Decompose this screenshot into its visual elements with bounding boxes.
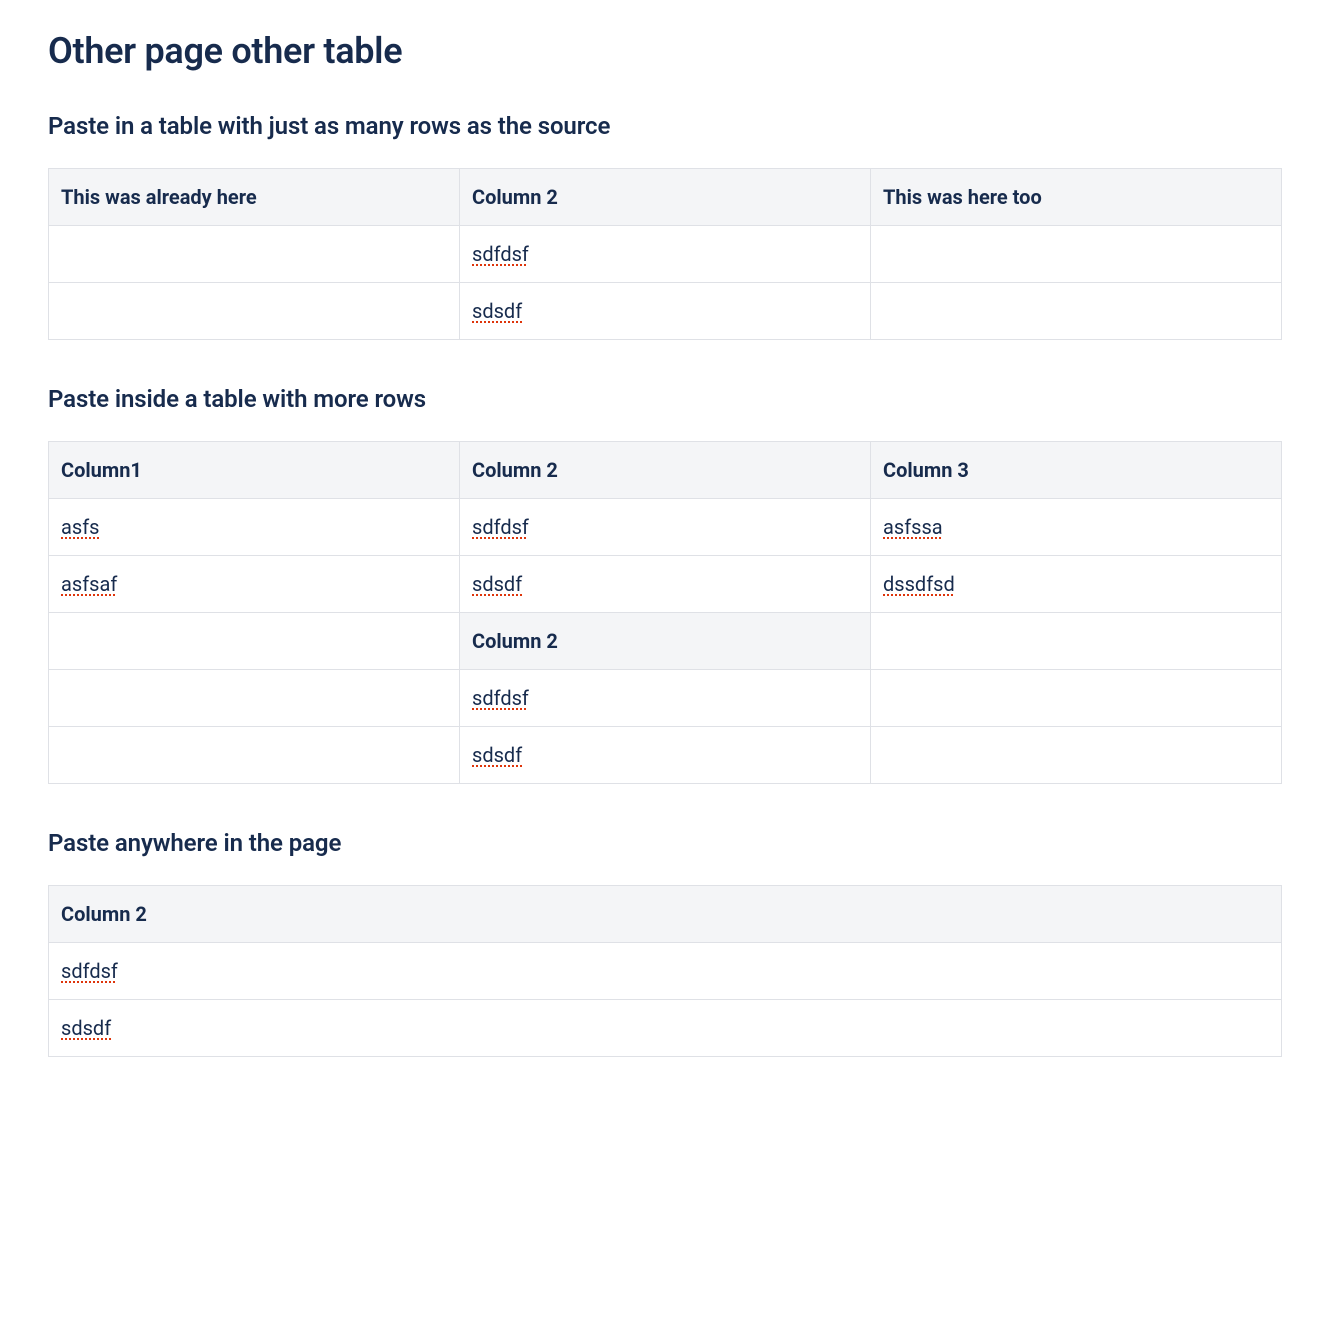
table-header-row: Column 2 (49, 886, 1282, 943)
table-cell[interactable]: sdsdf (460, 556, 871, 613)
table-cell[interactable] (871, 670, 1282, 727)
table-row: sdsdf (49, 283, 1282, 340)
section-heading-1: Paste in a table with just as many rows … (48, 112, 1282, 140)
table-row: asfs sdfdsf asfssa (49, 499, 1282, 556)
table-cell[interactable]: sdfdsf (49, 943, 1282, 1000)
table-cell[interactable]: sdfdsf (460, 226, 871, 283)
table-row: sdfdsf (49, 670, 1282, 727)
table-header-cell[interactable]: Column1 (49, 442, 460, 499)
table-1: This was already here Column 2 This was … (48, 168, 1282, 340)
table-cell[interactable] (871, 613, 1282, 670)
table-cell[interactable]: sdsdf (460, 727, 871, 784)
table-cell[interactable]: sdfdsf (460, 670, 871, 727)
table-header-cell[interactable]: Column 2 (460, 442, 871, 499)
table-cell[interactable] (49, 670, 460, 727)
table-row: Column 2 (49, 613, 1282, 670)
table-cell[interactable] (49, 226, 460, 283)
table-cell[interactable]: asfs (49, 499, 460, 556)
table-3: Column 2 sdfdsf sdsdf (48, 885, 1282, 1057)
table-row: sdsdf (49, 727, 1282, 784)
section-heading-3: Paste anywhere in the page (48, 829, 1282, 857)
table-header-cell[interactable]: Column 2 (460, 613, 871, 670)
table-cell[interactable]: sdfdsf (460, 499, 871, 556)
table-row: sdfdsf (49, 943, 1282, 1000)
table-cell[interactable] (49, 727, 460, 784)
table-cell[interactable] (49, 283, 460, 340)
table-header-cell[interactable]: Column 2 (460, 169, 871, 226)
table-cell[interactable]: sdsdf (49, 1000, 1282, 1057)
table-header-cell[interactable]: This was already here (49, 169, 460, 226)
table-cell[interactable] (871, 727, 1282, 784)
table-cell[interactable]: asfssa (871, 499, 1282, 556)
table-row: asfsaf sdsdf dssdfsd (49, 556, 1282, 613)
table-row: sdsdf (49, 1000, 1282, 1057)
table-cell[interactable] (871, 283, 1282, 340)
table-cell[interactable] (871, 226, 1282, 283)
table-cell[interactable]: asfsaf (49, 556, 460, 613)
table-header-row: This was already here Column 2 This was … (49, 169, 1282, 226)
table-header-cell[interactable]: This was here too (871, 169, 1282, 226)
table-cell[interactable]: sdsdf (460, 283, 871, 340)
table-row: sdfdsf (49, 226, 1282, 283)
table-header-cell[interactable]: Column 3 (871, 442, 1282, 499)
table-header-row: Column1 Column 2 Column 3 (49, 442, 1282, 499)
page-title: Other page other table (48, 30, 1282, 72)
table-cell[interactable] (49, 613, 460, 670)
section-heading-2: Paste inside a table with more rows (48, 385, 1282, 413)
table-cell[interactable]: dssdfsd (871, 556, 1282, 613)
table-header-cell[interactable]: Column 2 (49, 886, 1282, 943)
table-2: Column1 Column 2 Column 3 asfs sdfdsf as… (48, 441, 1282, 784)
